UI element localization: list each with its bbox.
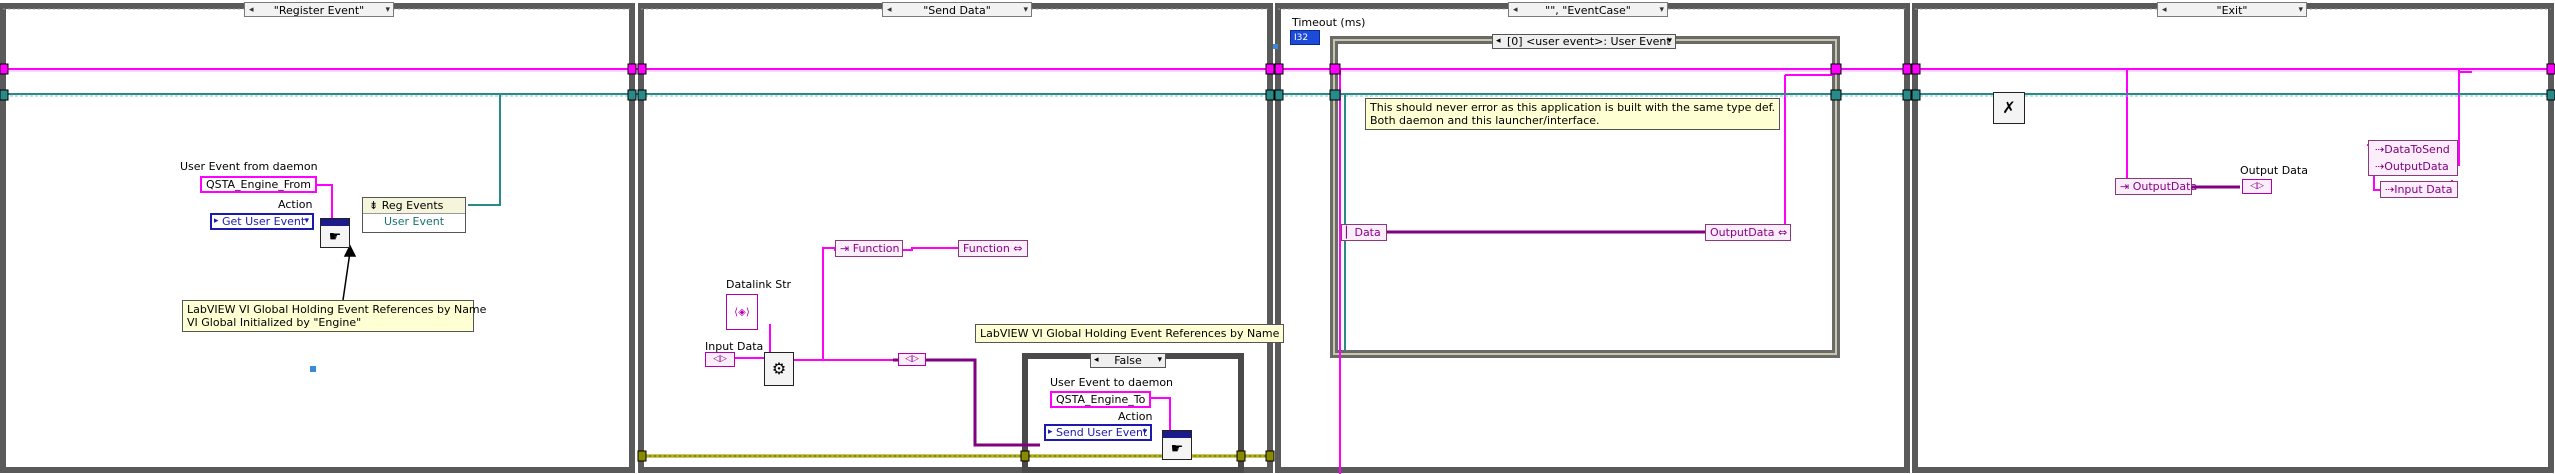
vi-global-node[interactable]: ☛	[1162, 430, 1192, 460]
global-note-register: LabVIEW VI Global Holding Event Referenc…	[182, 300, 487, 332]
frame-selector-label: "Send Data"	[923, 4, 991, 17]
frame-selector-event-case[interactable]: ◂ "", "EventCase" ▾	[1508, 2, 1668, 17]
data-label: Data	[1354, 226, 1381, 239]
input-data-terminal[interactable]: ◁▷	[705, 352, 735, 367]
output-data-indicator[interactable]: ◁▷	[2242, 179, 2272, 194]
action-enum-get-user-event[interactable]: Get User Event▾	[210, 213, 314, 230]
gear-icon: ⚙	[771, 359, 787, 378]
event-case-note: This should never error as this applicat…	[1365, 98, 1781, 130]
note-line: This should never error as this applicat…	[1370, 101, 1776, 114]
variant-constant[interactable]: ◁▷	[898, 353, 926, 366]
user-event-from-daemon-label: User Event from daemon	[180, 160, 318, 173]
chevron-down-icon: ▾	[1023, 5, 1028, 15]
frame-selector-register-event[interactable]: ◂ "Register Event" ▾	[244, 2, 394, 17]
timeout-constant[interactable]: I32	[1290, 30, 1320, 45]
qsta-engine-to-constant[interactable]: QSTA_Engine_To	[1050, 391, 1152, 408]
output-data-label: OutputData	[2132, 180, 2198, 193]
hand-icon: ☛	[328, 229, 342, 245]
action-label: Action	[278, 198, 313, 211]
action-enum-value: Send User Event	[1056, 426, 1148, 439]
frame-selector-label: "Register Event"	[273, 4, 365, 17]
function-bundle-node[interactable]: Function ⇔	[958, 240, 1028, 257]
function-label: Function	[963, 242, 1010, 255]
reg-events-header: ⇟ Reg Events	[363, 198, 465, 214]
user-event-to-daemon-label: User Event to daemon	[1050, 376, 1174, 389]
close-icon: ✗	[2002, 98, 2016, 117]
frame-selector-send-data[interactable]: ◂ "Send Data" ▾	[882, 2, 1032, 17]
chevron-down-icon: ▾	[304, 216, 309, 226]
string-icon: ⟨◈⟩	[734, 307, 750, 318]
note-line: Both daemon and this launcher/interface.	[1370, 114, 1600, 127]
timeout-label: Timeout (ms)	[1292, 16, 1366, 29]
output-data-unbundle-node[interactable]: ⇥ OutputData	[2115, 178, 2197, 195]
reg-events-label: Reg Events	[381, 199, 444, 212]
bundle-row: ⇢DataToSend	[2375, 143, 2450, 156]
qsta-engine-from-constant[interactable]: QSTA_Engine_From	[200, 176, 317, 193]
global-note-send: LabVIEW VI Global Holding Event Referenc…	[975, 324, 1285, 343]
hand-icon: ☛	[1170, 441, 1184, 457]
event-selector[interactable]: ◂ [0] <user event>: User Event ▾	[1492, 34, 1676, 49]
output-data-node[interactable]: OutputData ⇔	[1705, 224, 1791, 241]
user-event-terminal: User Event	[383, 215, 445, 228]
bundle-by-name-node[interactable]: ⇢DataToSend ⇢OutputData	[2368, 140, 2458, 176]
event-selector-label: <user event>: User Event	[1526, 35, 1671, 48]
function-unbundle-node[interactable]: ⇥ Function	[835, 240, 903, 257]
action-enum-value: Get User Event	[222, 215, 306, 228]
frame-borders	[0, 3, 2554, 473]
flatten-node[interactable]: ⚙	[764, 352, 794, 386]
datalink-str-node[interactable]: ⟨◈⟩	[726, 294, 758, 330]
bundle-row: ⇢OutputData	[2375, 160, 2449, 173]
note-line: LabVIEW VI Global Holding Event Referenc…	[187, 303, 487, 316]
action-label: Action	[1118, 410, 1153, 423]
block-diagram	[0, 3, 2555, 474]
chevron-down-icon: ▾	[1142, 427, 1147, 437]
register-events-node[interactable]: ⇟ Reg Events User Event	[362, 197, 466, 233]
vi-global-node[interactable]: ☛	[320, 218, 350, 248]
data-node[interactable]: ▏Data	[1341, 224, 1387, 241]
chevron-down-icon: ▾	[2298, 5, 2303, 15]
note-line: VI Global Initialized by "Engine"	[187, 316, 362, 329]
chevron-down-icon: ▾	[1659, 5, 1664, 15]
case-selector-false[interactable]: ◂ False ▾	[1090, 353, 1166, 368]
output-data-indicator-label: Output Data	[2240, 164, 2308, 177]
close-reference-node[interactable]: ✗	[1993, 92, 2025, 124]
action-enum-send-user-event[interactable]: Send User Event▾	[1044, 424, 1152, 441]
event-selector-index: [0]	[1507, 35, 1523, 48]
frame-selector-exit[interactable]: ◂ "Exit" ▾	[2157, 2, 2307, 17]
chevron-down-icon: ▾	[385, 5, 390, 15]
input-data-element[interactable]: ⇢Input Data	[2380, 181, 2458, 198]
case-selector-label: False	[1114, 354, 1142, 367]
input-data-label: Input Data	[2394, 183, 2453, 196]
output-data-label: OutputData	[1710, 226, 1775, 239]
frame-selector-label: "", "EventCase"	[1545, 4, 1631, 17]
function-label: Function	[852, 242, 900, 255]
datalink-str-label: Datalink Str	[726, 278, 792, 291]
frame-selector-label: "Exit"	[2216, 4, 2248, 17]
